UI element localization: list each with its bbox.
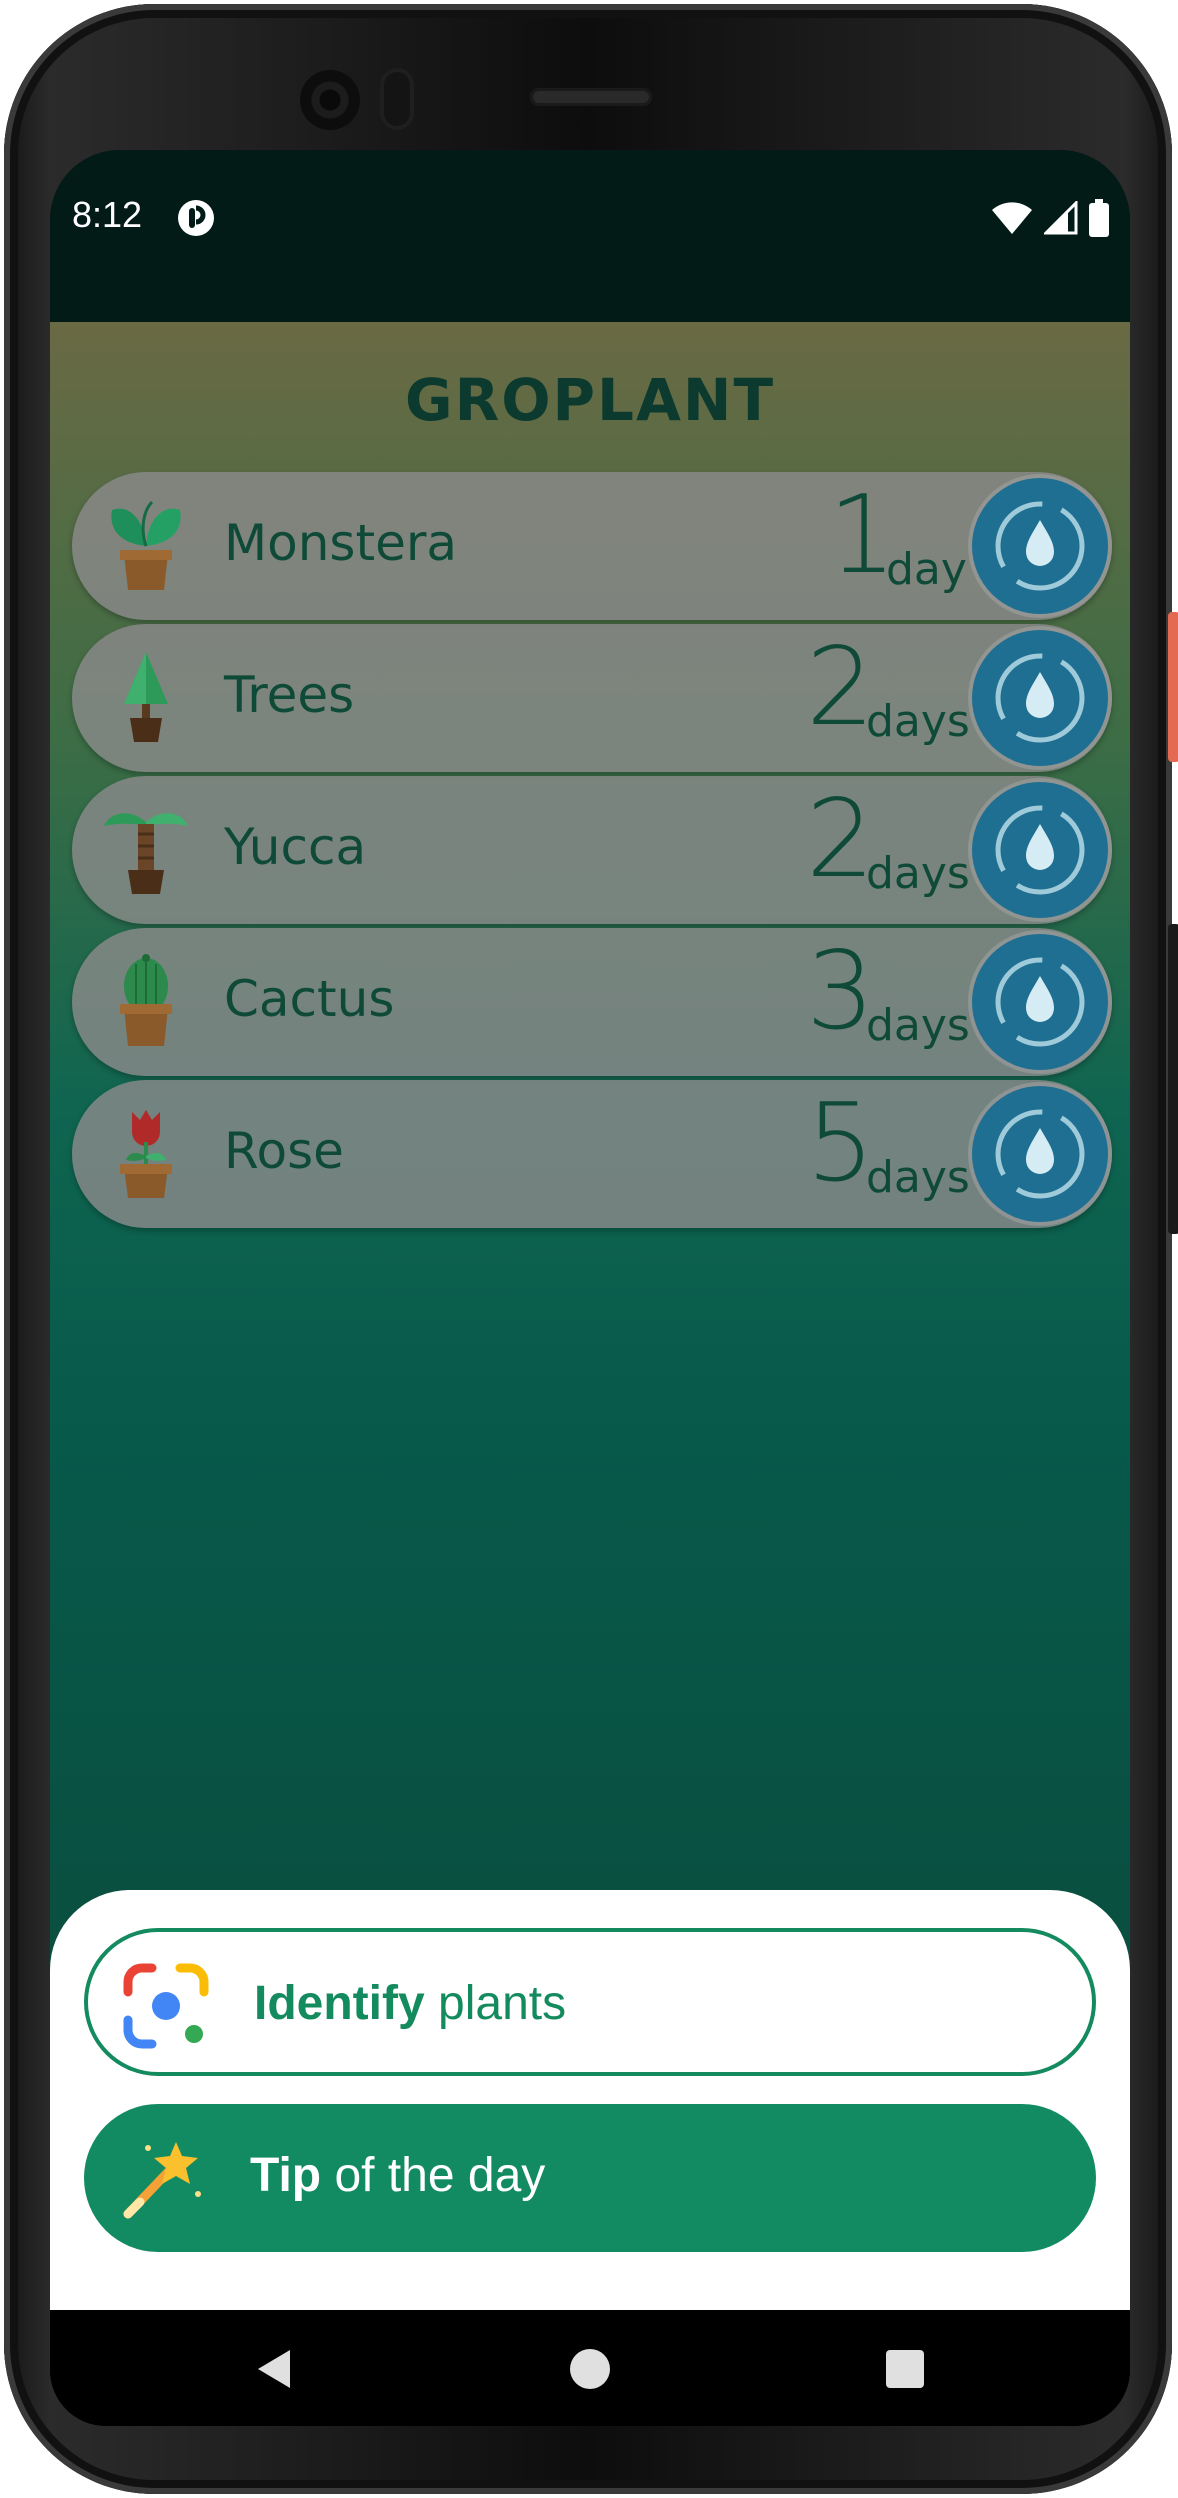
screen: 8:12 GROPLANT Monstera 1 day Trees 2 day… [50, 150, 1130, 2426]
days-count: 3 [806, 929, 875, 1054]
wifi-icon [992, 202, 1032, 234]
water-drop-refresh-icon[interactable] [972, 782, 1108, 918]
back-icon[interactable] [250, 2344, 300, 2394]
days-count: 2 [806, 625, 875, 750]
plant-name: Trees [224, 666, 355, 724]
power-button [1168, 612, 1178, 762]
plant-row-yucca[interactable]: Yucca 2 days [72, 776, 1112, 924]
signal-icon [1044, 201, 1078, 235]
days-count: 1 [828, 473, 897, 598]
days-unit: days [866, 1152, 970, 1203]
google-lens-icon [123, 1963, 209, 2049]
plant-name: Yucca [224, 818, 367, 876]
water-drop-refresh-icon[interactable] [972, 1086, 1108, 1222]
recents-icon[interactable] [880, 2344, 930, 2394]
plant-row-rose[interactable]: Rose 5 days [72, 1080, 1112, 1228]
identify-plants-label: Identify plants [254, 1977, 567, 2030]
volume-button [1168, 924, 1178, 1234]
yucca-plant-icon [104, 813, 188, 894]
home-icon[interactable] [565, 2344, 615, 2394]
rose-plant-icon [120, 1110, 172, 1198]
water-drop-refresh-icon[interactable] [972, 934, 1108, 1070]
plant-row-trees[interactable]: Trees 2 days [72, 624, 1112, 772]
phone-frame: 8:12 GROPLANT Monstera 1 day Trees 2 day… [4, 4, 1178, 2494]
identify-plants-button[interactable]: Identify plants [84, 1928, 1096, 2076]
days-unit: days [866, 848, 970, 899]
battery-icon [1089, 199, 1109, 237]
plant-name: Cactus [224, 970, 395, 1028]
status-icons [990, 198, 1110, 238]
app-title: GROPLANT [404, 366, 776, 434]
status-time: 8:12 [72, 194, 143, 235]
front-camera [300, 70, 360, 130]
tip-of-the-day-label: Tip of the day [250, 2149, 546, 2202]
tree-plant-icon [124, 652, 168, 742]
days-count: 2 [806, 777, 875, 902]
app-notification-icon [178, 200, 214, 236]
plant-name: Monstera [224, 514, 458, 572]
water-drop-refresh-icon[interactable] [972, 630, 1108, 766]
navigation-bar [50, 2310, 1130, 2426]
tip-of-the-day-button[interactable]: Tip of the day [84, 2104, 1096, 2252]
earpiece-speaker [530, 88, 652, 106]
monstera-plant-icon [111, 500, 181, 590]
days-unit: days [866, 696, 970, 747]
plant-row-cactus[interactable]: Cactus 3 days [72, 928, 1112, 1076]
cactus-plant-icon [120, 954, 172, 1046]
plant-name: Rose [224, 1122, 344, 1180]
status-bar: 8:12 [50, 150, 1130, 322]
days-unit: day [886, 544, 967, 595]
days-unit: days [866, 1000, 970, 1051]
water-drop-refresh-icon[interactable] [972, 478, 1108, 614]
bottom-sheet: Identify plants Tip of the day [50, 1890, 1130, 2310]
proximity-sensor [380, 68, 414, 130]
magic-wand-icon [123, 2142, 201, 2219]
days-count: 5 [806, 1081, 875, 1206]
plant-row-monstera[interactable]: Monstera 1 day [72, 472, 1112, 620]
